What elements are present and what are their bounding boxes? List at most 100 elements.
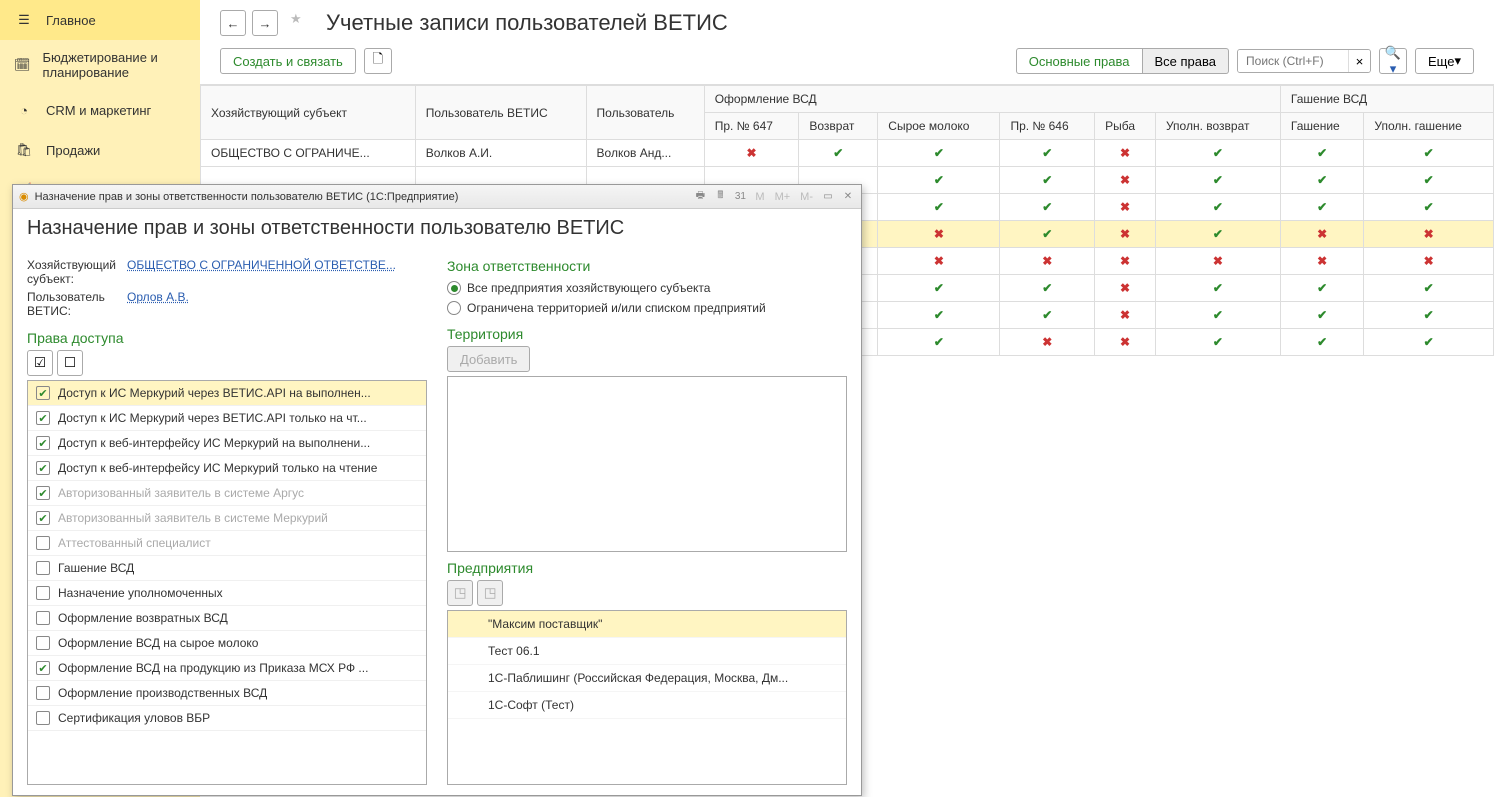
checkbox-icon[interactable] bbox=[36, 711, 50, 725]
star-icon[interactable]: ★ bbox=[290, 11, 314, 35]
cross-icon: ✖ bbox=[1120, 254, 1130, 268]
check-icon: ✔ bbox=[934, 173, 944, 187]
cross-icon: ✖ bbox=[1120, 146, 1130, 160]
nav-back-button[interactable]: ← bbox=[220, 10, 246, 36]
checkbox-icon[interactable] bbox=[36, 486, 50, 500]
check-icon: ✔ bbox=[833, 146, 843, 160]
search-clear-button[interactable]: × bbox=[1348, 50, 1370, 72]
right-row[interactable]: Оформление возвратных ВСД bbox=[28, 606, 426, 631]
refresh-button[interactable]: 🗋 bbox=[364, 48, 392, 74]
check-icon: ✔ bbox=[1424, 281, 1434, 295]
check-icon: ✔ bbox=[934, 281, 944, 295]
ent-btn-1[interactable]: ◳ bbox=[447, 580, 473, 606]
add-territory-button[interactable]: Добавить bbox=[447, 346, 530, 372]
right-row[interactable]: Доступ к ИС Меркурий через ВЕТИС.API на … bbox=[28, 381, 426, 406]
cross-icon: ✖ bbox=[1120, 200, 1130, 214]
col-group-vsd[interactable]: Оформление ВСД bbox=[704, 86, 1280, 113]
enterprise-row[interactable]: 1С-Паблишинг (Российская Федерация, Моск… bbox=[448, 665, 846, 692]
enterprise-row[interactable]: "Максим поставщик" bbox=[448, 611, 846, 638]
check-all-button[interactable]: ☑ bbox=[27, 350, 53, 376]
checkbox-icon[interactable] bbox=[36, 686, 50, 700]
all-rights-button[interactable]: Все права bbox=[1143, 48, 1230, 74]
enterprise-row[interactable]: Тест 06.1 bbox=[448, 638, 846, 665]
create-button[interactable]: Создать и связать bbox=[220, 48, 356, 74]
checkbox-icon[interactable] bbox=[36, 461, 50, 475]
checkbox-icon[interactable] bbox=[36, 436, 50, 450]
search-box: × bbox=[1237, 49, 1371, 73]
sidebar-item-budget[interactable]: 🗓 Бюджетирование и планирование bbox=[0, 40, 200, 90]
radio-all-enterprises[interactable]: Все предприятия хозяйствующего субъекта bbox=[447, 278, 847, 298]
checkbox-icon[interactable] bbox=[36, 386, 50, 400]
link-user[interactable]: Орлов А.В. bbox=[127, 290, 189, 318]
col-user[interactable]: Пользователь bbox=[586, 86, 704, 140]
check-icon: ✔ bbox=[934, 200, 944, 214]
territory-list[interactable] bbox=[447, 376, 847, 552]
cross-icon: ✖ bbox=[1120, 227, 1130, 241]
checkbox-icon[interactable] bbox=[36, 636, 50, 650]
right-row[interactable]: Доступ к веб-интерфейсу ИС Меркурий толь… bbox=[28, 456, 426, 481]
right-row[interactable]: Аттестованный специалист bbox=[28, 531, 426, 556]
checkbox-icon[interactable] bbox=[36, 411, 50, 425]
m-icon[interactable]: M bbox=[753, 191, 766, 203]
table-row[interactable]: ОБЩЕСТВО С ОГРАНИЧЕ...Волков А.И.Волков … bbox=[201, 140, 1494, 167]
right-row[interactable]: Оформление ВСД на продукцию из Приказа М… bbox=[28, 656, 426, 681]
search-input[interactable] bbox=[1238, 50, 1348, 72]
right-row[interactable]: Сертификация уловов ВБР bbox=[28, 706, 426, 731]
check-icon: ✔ bbox=[1042, 173, 1052, 187]
right-row[interactable]: Авторизованный заявитель в системе Аргус bbox=[28, 481, 426, 506]
print-icon[interactable]: 🖶 bbox=[693, 190, 707, 204]
right-row[interactable]: Авторизованный заявитель в системе Мерку… bbox=[28, 506, 426, 531]
main-rights-button[interactable]: Основные права bbox=[1016, 48, 1143, 74]
close-icon[interactable]: ✕ bbox=[841, 190, 855, 204]
checkbox-icon[interactable] bbox=[36, 661, 50, 675]
right-row[interactable]: Оформление ВСД на сырое молоко bbox=[28, 631, 426, 656]
enterprise-row[interactable]: 1С-Софт (Тест) bbox=[448, 692, 846, 719]
checkbox-icon[interactable] bbox=[36, 561, 50, 575]
col-subject[interactable]: Хозяйствующий субъект bbox=[201, 86, 416, 140]
right-row[interactable]: Доступ к веб-интерфейсу ИС Меркурий на в… bbox=[28, 431, 426, 456]
more-button[interactable]: Еще ▾ bbox=[1415, 48, 1474, 74]
toolbar: Создать и связать 🗋 Основные права Все п… bbox=[200, 42, 1494, 84]
sidebar-item-sales[interactable]: 🛍 Продажи bbox=[0, 130, 200, 170]
check-icon: ✔ bbox=[1213, 173, 1223, 187]
check-icon: ✔ bbox=[934, 308, 944, 322]
sidebar-item-label: Главное bbox=[46, 13, 96, 28]
radio-icon bbox=[447, 301, 461, 315]
right-row[interactable]: Гашение ВСД bbox=[28, 556, 426, 581]
m-minus-icon[interactable]: M- bbox=[798, 191, 815, 203]
m-plus-icon[interactable]: M+ bbox=[773, 191, 793, 203]
enterprise-list[interactable]: "Максим поставщик"Тест 06.11С-Паблишинг … bbox=[447, 610, 847, 786]
right-row[interactable]: Оформление производственных ВСД bbox=[28, 681, 426, 706]
radio-limited[interactable]: Ограничена территорией и/или списком пре… bbox=[447, 298, 847, 318]
check-icon: ✔ bbox=[1213, 308, 1223, 322]
cross-icon: ✖ bbox=[1120, 308, 1130, 322]
checkbox-icon[interactable] bbox=[36, 511, 50, 525]
right-label: Аттестованный специалист bbox=[58, 536, 211, 550]
right-row[interactable]: Назначение уполномоченных bbox=[28, 581, 426, 606]
link-subject[interactable]: ОБЩЕСТВО С ОГРАНИЧЕННОЙ ОТВЕТСТВЕ... bbox=[127, 258, 396, 286]
sidebar-item-crm[interactable]: ◔ CRM и маркетинг bbox=[0, 90, 200, 130]
nav-forward-button[interactable]: → bbox=[252, 10, 278, 36]
cross-icon: ✖ bbox=[1317, 254, 1327, 268]
section-rights: Права доступа bbox=[27, 330, 427, 346]
rights-list[interactable]: Доступ к ИС Меркурий через ВЕТИС.API на … bbox=[27, 380, 427, 785]
calc-icon[interactable]: 🖩 bbox=[713, 190, 727, 204]
checkbox-icon[interactable] bbox=[36, 536, 50, 550]
uncheck-all-button[interactable]: ☐ bbox=[57, 350, 83, 376]
checkbox-icon[interactable] bbox=[36, 611, 50, 625]
minimize-icon[interactable]: ▭ bbox=[821, 190, 835, 204]
col-user-vetis[interactable]: Пользователь ВЕТИС bbox=[415, 86, 586, 140]
check-icon: ✔ bbox=[1213, 146, 1223, 160]
right-row[interactable]: Доступ к ИС Меркурий через ВЕТИС.API тол… bbox=[28, 406, 426, 431]
cross-icon: ✖ bbox=[934, 254, 944, 268]
dialog-titlebar[interactable]: ◉ Назначение прав и зоны ответственности… bbox=[13, 185, 861, 209]
col-group-quench[interactable]: Гашение ВСД bbox=[1280, 86, 1493, 113]
calendar-icon[interactable]: 31 bbox=[733, 190, 747, 204]
ent-btn-2[interactable]: ◳ bbox=[477, 580, 503, 606]
app-icon: ◉ bbox=[19, 190, 29, 203]
sidebar-item-main[interactable]: ☰ Главное bbox=[0, 0, 200, 40]
search-button[interactable]: 🔍 ▾ bbox=[1379, 48, 1407, 74]
check-icon: ✔ bbox=[1042, 227, 1052, 241]
check-icon: ✔ bbox=[1317, 146, 1327, 160]
checkbox-icon[interactable] bbox=[36, 586, 50, 600]
